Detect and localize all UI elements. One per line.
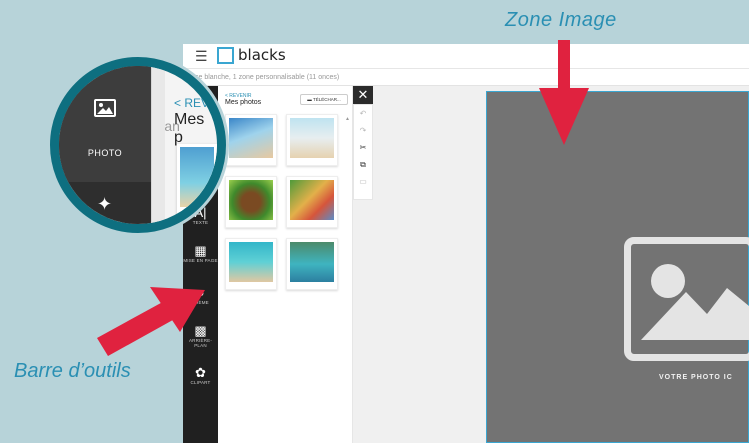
edit-tools: ↶ ↷ ✂ ⧉ ▭	[353, 104, 373, 200]
zone-image-annotation: Zone Image	[505, 9, 617, 31]
photo-tool-label: PHOTO	[87, 148, 123, 158]
menu-icon[interactable]: ☰	[195, 48, 208, 65]
photo-thumbnail[interactable]	[225, 238, 277, 290]
tool-layout[interactable]: ▦ MISE EN PAGE	[183, 243, 218, 264]
magnified-scrollbar[interactable]	[151, 66, 165, 224]
app-header: ☰ blacks	[183, 44, 749, 69]
magnified-back-link[interactable]: < REV	[174, 96, 209, 110]
placeholder-label: VOTRE PHOTO IC	[659, 374, 733, 381]
logo-text: blacks	[238, 46, 286, 64]
tool-clipart[interactable]: ✿ CLIPART	[183, 365, 218, 386]
image-zone[interactable]: VOTRE PHOTO IC	[486, 91, 749, 443]
product-subtitle: se blanche, 1 zone personnalisable (11 o…	[183, 69, 749, 86]
logo-icon	[217, 47, 234, 64]
palette-icon: ◕	[196, 285, 205, 300]
tool-background[interactable]: ▩ ARRIÈRE-PLAN	[183, 323, 218, 349]
toolbar-annotation: Barre d’outils	[14, 360, 131, 382]
cut-icon[interactable]: ✂	[354, 139, 372, 156]
upload-button[interactable]: ▬ TÉLÉCHAR...	[300, 94, 348, 105]
panel-title: Mes photos	[225, 99, 262, 106]
magic-wand-icon[interactable]: ✦	[97, 194, 112, 215]
photo-thumbnail[interactable]	[286, 176, 338, 228]
paste-icon[interactable]: ▭	[354, 173, 372, 190]
magnified-title: Mes p	[174, 111, 205, 146]
photo-icon	[94, 99, 116, 117]
layout-icon: ▦	[194, 243, 207, 258]
image-placeholder-icon	[624, 237, 749, 361]
photo-thumbnail[interactable]	[286, 238, 338, 290]
photo-thumbnail[interactable]	[286, 114, 338, 166]
clipart-icon: ✿	[195, 365, 206, 380]
redo-icon[interactable]: ↷	[354, 122, 372, 139]
app-window: ☰ blacks se blanche, 1 zone personnalisa…	[183, 44, 749, 443]
photo-thumbnail[interactable]	[225, 176, 277, 228]
background-icon: ▩	[194, 323, 207, 338]
photo-thumbnail[interactable]	[225, 114, 277, 166]
scroll-up-icon[interactable]: ▲	[345, 116, 350, 122]
close-panel-button[interactable]: ✕	[353, 86, 373, 104]
photos-panel: < REVENIR Mes photos ▬ TÉLÉCHAR... ▲	[218, 86, 353, 443]
magnified-toolbar: PHOTO ✦	[59, 66, 151, 224]
photo-tool-button[interactable]: PHOTO	[59, 66, 151, 182]
copy-icon[interactable]: ⧉	[354, 156, 372, 173]
mountain-shape	[641, 288, 749, 340]
tool-theme[interactable]: ◕ THÈME	[183, 285, 218, 306]
undo-icon[interactable]: ↶	[354, 105, 372, 122]
magnifier-callout: ose blan PHOTO ✦ < REV Mes p	[50, 57, 226, 233]
magnified-thumbnail[interactable]	[177, 144, 217, 224]
